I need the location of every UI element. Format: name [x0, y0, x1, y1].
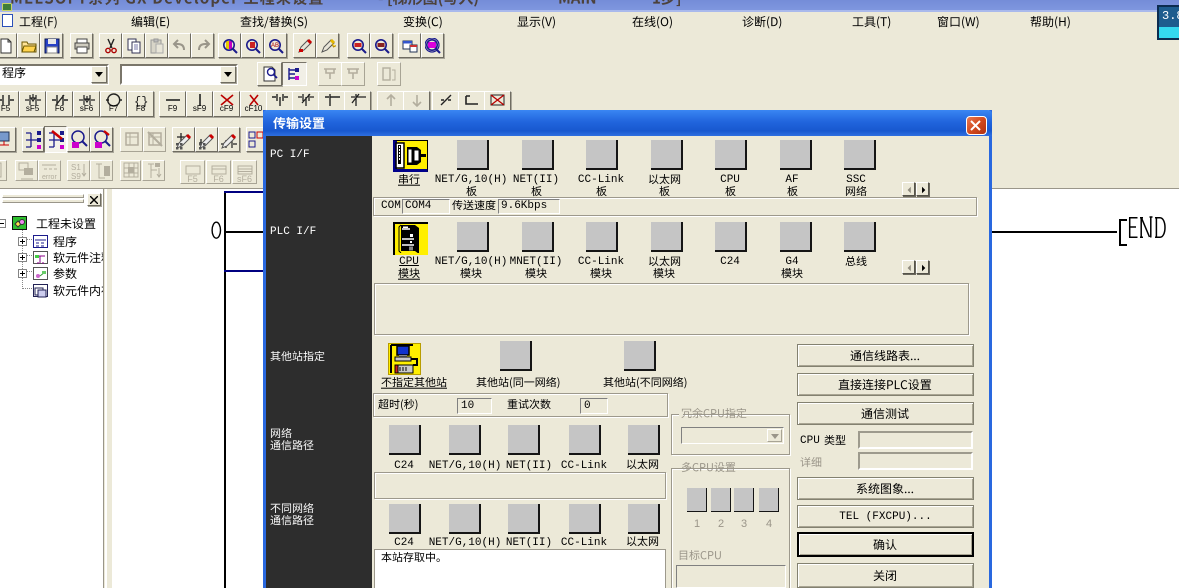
svg-text:S1: S1	[71, 163, 81, 172]
svg-text:AB: AB	[271, 43, 279, 49]
svg-text:S9: S9	[71, 172, 81, 181]
svg-text:error: error	[42, 174, 57, 181]
